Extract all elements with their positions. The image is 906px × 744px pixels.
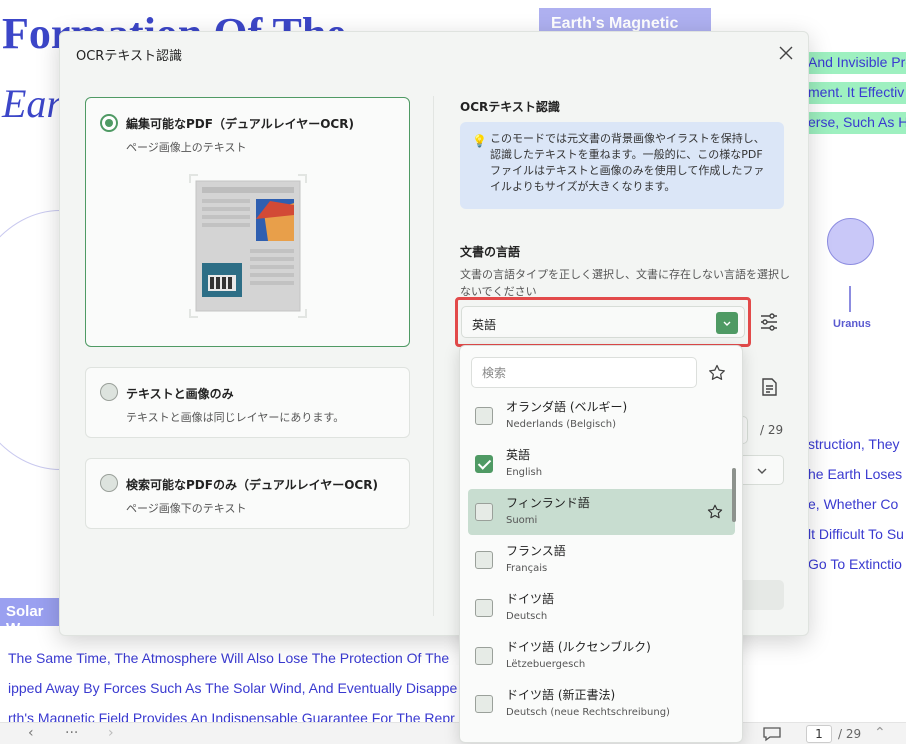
comment-icon[interactable] xyxy=(762,726,782,742)
perform-ocr-button[interactable] xyxy=(740,580,784,610)
doc-text-line: lt Difficult To Su xyxy=(808,526,904,542)
search-input[interactable] xyxy=(471,357,697,388)
language-item[interactable]: ドイツ語 Deutsch xyxy=(468,585,735,631)
language-item[interactable]: オランダ語 (ベルギー) Nederlands (Belgisch) xyxy=(468,393,735,439)
language-dropdown: オランダ語 (ベルギー) Nederlands (Belgisch) 英語 En… xyxy=(459,345,743,743)
checkbox[interactable] xyxy=(475,551,493,569)
doc-text-line: struction, They xyxy=(808,436,900,452)
language-native-name: Français xyxy=(506,563,548,574)
option-editable-pdf[interactable]: 編集可能なPDF（デュアルレイヤーOCR) ページ画像上のテキスト xyxy=(85,97,410,347)
planet-label: Uranus xyxy=(833,318,871,330)
doc-highlight-line: And Invisible Pro xyxy=(806,52,906,74)
option-subtitle: ページ画像上のテキスト xyxy=(126,141,247,154)
option-title: テキストと画像のみ xyxy=(126,387,234,401)
option-title: 検索可能なPDFのみ（デュアルレイヤーOCR) xyxy=(126,478,378,492)
section-title: OCRテキスト認識 xyxy=(460,100,560,114)
language-name: ドイツ語 xyxy=(506,592,555,606)
doc-highlight-line: erse, Such As H xyxy=(806,112,906,134)
language-item[interactable]: ドイツ語 (新正書法) Deutsch (neue Rechtschreibun… xyxy=(468,681,735,727)
scroll-up-icon[interactable]: ⌃ xyxy=(874,725,886,741)
page-range-icon[interactable] xyxy=(757,375,781,399)
language-native-name: Deutsch (neue Rechtschreibung) xyxy=(506,707,670,718)
planet-pointer xyxy=(849,286,851,312)
language-item[interactable]: 英語 English xyxy=(468,441,735,487)
option-text-image-only[interactable]: テキストと画像のみ テキストと画像は同じレイヤーにあります。 xyxy=(85,367,410,438)
checkbox[interactable] xyxy=(475,407,493,425)
star-icon[interactable] xyxy=(706,503,724,521)
language-name: 英語 xyxy=(506,448,531,462)
document-preview-image xyxy=(189,174,307,318)
checkbox[interactable] xyxy=(475,647,493,665)
doc-text-line: e, Whether Co xyxy=(808,496,899,512)
info-text: このモードでは元文書の背景画像やイラストを保持し、認識したテキストを重ねます。一… xyxy=(490,132,765,193)
language-name: ドイツ語 (ルクセンブルク) xyxy=(506,640,651,654)
language-item[interactable]: ドイツ語 (ルクセンブルク) Lëtzebuergesch xyxy=(468,633,735,679)
bottom-toolbar: ‹ ··· › 1 / 29 ⌃ xyxy=(0,722,906,744)
checkbox[interactable] xyxy=(475,599,493,617)
language-native-name: Suomi xyxy=(506,515,538,526)
doc-text-line: Go To Extinctio xyxy=(808,556,902,572)
radio-button[interactable] xyxy=(100,474,118,492)
language-native-name: Nederlands (Belgisch) xyxy=(506,419,616,430)
info-box: 💡 このモードでは元文書の背景画像やイラストを保持し、認識したテキストを重ねます… xyxy=(460,122,784,209)
prev-page-icon[interactable]: ‹ xyxy=(28,725,34,741)
language-name: フィンランド語 xyxy=(506,496,590,510)
option-searchable-pdf[interactable]: 検索可能なPDFのみ（デュアルレイヤーOCR) ページ画像下のテキスト xyxy=(85,458,410,529)
option-title: 編集可能なPDF（デュアルレイヤーOCR) xyxy=(126,117,354,131)
divider xyxy=(433,96,434,616)
star-icon[interactable] xyxy=(707,363,727,383)
doc-text-line: he Earth Loses xyxy=(808,466,903,482)
radio-button[interactable] xyxy=(100,383,118,401)
language-heading: 文書の言語 xyxy=(460,245,521,259)
checkbox[interactable] xyxy=(475,503,493,521)
doc-text-line: The Same Time, The Atmosphere Will Also … xyxy=(8,650,450,666)
lightbulb-icon: 💡 xyxy=(472,134,487,148)
dialog-title: OCRテキスト認識 xyxy=(76,49,182,64)
checkbox[interactable] xyxy=(475,455,493,473)
option-subtitle: テキストと画像は同じレイヤーにあります。 xyxy=(126,411,345,424)
language-native-name: Deutsch xyxy=(506,611,548,622)
chevron-down-icon[interactable] xyxy=(756,465,768,477)
highlight-box xyxy=(455,297,751,347)
radio-button[interactable] xyxy=(100,114,118,132)
language-native-name: Lëtzebuergesch xyxy=(506,659,586,670)
settings-sliders-icon[interactable] xyxy=(757,310,781,334)
close-icon[interactable] xyxy=(774,41,798,65)
doc-highlight-line: ment. It Effectiv xyxy=(806,82,906,104)
checkbox[interactable] xyxy=(475,695,493,713)
scrollbar-thumb[interactable] xyxy=(732,468,736,522)
page-subset-select[interactable] xyxy=(740,455,784,485)
planet-uranus-image xyxy=(827,218,874,265)
doc-text-line: ipped Away By Forces Such As The Solar W… xyxy=(8,680,458,696)
option-subtitle: ページ画像下のテキスト xyxy=(126,502,247,515)
page-total: / 29 xyxy=(838,727,862,741)
page-number-input[interactable]: 1 xyxy=(806,725,832,743)
more-icon[interactable]: ··· xyxy=(65,725,78,741)
language-item[interactable]: フィンランド語 Suomi xyxy=(468,489,735,535)
language-description: 文書の言語タイプを正しく選択し、文書に存在しない言語を選択しないでください xyxy=(460,268,790,298)
language-name: オランダ語 (ベルギー) xyxy=(506,400,628,414)
language-name: ドイツ語 (新正書法) xyxy=(506,688,616,702)
page-total: / 29 xyxy=(760,423,784,437)
doc-solar-tag: Solar W xyxy=(0,598,60,637)
next-page-icon[interactable]: › xyxy=(108,725,114,741)
language-item[interactable]: フランス語 Français xyxy=(468,537,735,583)
language-name: フランス語 xyxy=(506,544,566,558)
language-native-name: English xyxy=(506,467,543,478)
